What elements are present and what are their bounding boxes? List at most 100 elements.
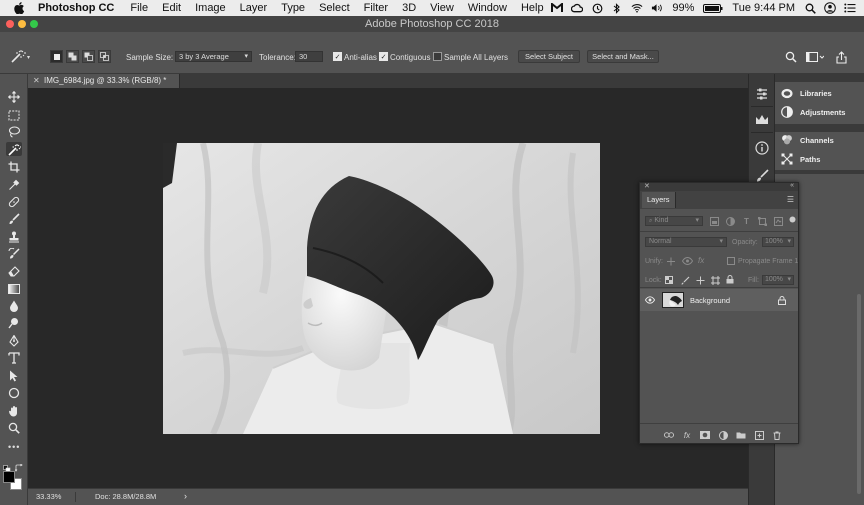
menu-type[interactable]: Type bbox=[281, 2, 305, 14]
history-brush-tool[interactable] bbox=[6, 247, 22, 261]
eraser-tool[interactable] bbox=[6, 264, 22, 278]
contiguous-checkbox[interactable]: ✓ bbox=[379, 52, 388, 61]
fill-input[interactable]: 100% ▾ bbox=[762, 275, 794, 285]
menu-select[interactable]: Select bbox=[319, 2, 350, 14]
filter-toggle-icon[interactable] bbox=[788, 215, 797, 224]
select-and-mask-button[interactable]: Select and Mask... bbox=[587, 50, 659, 63]
info-panel-button[interactable] bbox=[753, 139, 771, 157]
menu-app-name[interactable]: Photoshop CC bbox=[38, 2, 114, 14]
creative-cloud-icon[interactable] bbox=[571, 2, 584, 14]
close-icon[interactable]: ✕ bbox=[33, 74, 40, 88]
paths-panel-button[interactable]: Paths bbox=[781, 152, 820, 166]
crop-tool[interactable] bbox=[6, 160, 22, 174]
time-machine-icon[interactable] bbox=[591, 2, 603, 14]
dock-scrollbar[interactable] bbox=[857, 294, 861, 494]
menu-filter[interactable]: Filter bbox=[364, 2, 388, 14]
layers-panel-titlebar[interactable]: ✕ « bbox=[640, 182, 798, 191]
sample-all-layers-checkbox[interactable] bbox=[433, 52, 442, 61]
layer-style-icon[interactable]: fx bbox=[682, 430, 692, 440]
unify-visibility-icon[interactable] bbox=[681, 256, 694, 267]
move-tool[interactable] bbox=[6, 90, 22, 104]
subtract-from-selection-button[interactable] bbox=[82, 50, 95, 63]
propagate-frame-checkbox[interactable] bbox=[727, 257, 735, 265]
menu-edit[interactable]: Edit bbox=[162, 2, 181, 14]
gradient-tool[interactable] bbox=[6, 282, 22, 296]
malwarebytes-icon[interactable] bbox=[551, 2, 564, 14]
chevron-right-icon[interactable]: › bbox=[184, 491, 187, 501]
new-adjustment-layer-icon[interactable] bbox=[718, 430, 728, 440]
layer-row[interactable]: Background bbox=[640, 289, 798, 311]
select-subject-button[interactable]: Select Subject bbox=[518, 50, 580, 63]
add-mask-icon[interactable] bbox=[700, 430, 710, 440]
blend-mode-dropdown[interactable]: Normal ▾ bbox=[645, 237, 727, 247]
lock-transparent-icon[interactable] bbox=[665, 276, 673, 286]
add-to-selection-button[interactable] bbox=[66, 50, 79, 63]
workspace-switcher-icon[interactable] bbox=[806, 50, 824, 64]
intersect-selection-button[interactable] bbox=[98, 50, 111, 63]
close-icon[interactable]: ✕ bbox=[644, 182, 650, 190]
type-filter-icon[interactable]: T bbox=[742, 217, 751, 226]
notification-center-icon[interactable] bbox=[844, 2, 856, 14]
bluetooth-icon[interactable] bbox=[611, 2, 623, 14]
apple-icon[interactable] bbox=[12, 2, 26, 14]
collapse-panel-icon[interactable]: « bbox=[790, 182, 794, 189]
new-selection-button[interactable] bbox=[50, 50, 63, 63]
pixel-filter-icon[interactable] bbox=[710, 217, 719, 226]
sample-size-dropdown[interactable]: 3 by 3 Average ▾ bbox=[175, 51, 252, 62]
zoom-tool[interactable] bbox=[6, 421, 22, 435]
menubar-clock[interactable]: Tue 9:44 PM bbox=[732, 2, 795, 14]
menu-help[interactable]: Help bbox=[521, 2, 544, 14]
properties-panel-button[interactable] bbox=[753, 85, 771, 103]
healing-brush-tool[interactable] bbox=[6, 195, 22, 209]
eyedropper-tool[interactable] bbox=[6, 178, 22, 192]
wifi-icon[interactable] bbox=[631, 2, 643, 14]
shape-tool[interactable] bbox=[6, 386, 22, 400]
clone-stamp-tool[interactable] bbox=[6, 230, 22, 244]
pen-tool[interactable] bbox=[6, 334, 22, 348]
opacity-input[interactable]: 100% ▾ bbox=[762, 237, 794, 247]
libraries-panel-button[interactable]: Libraries bbox=[781, 86, 832, 100]
layer-filter-kind-dropdown[interactable]: ⌕ Kind ▾ bbox=[645, 216, 703, 226]
anti-alias-checkbox[interactable]: ✓ bbox=[333, 52, 342, 61]
tab-layers[interactable]: Layers bbox=[642, 192, 676, 208]
swap-colors-icon[interactable] bbox=[14, 459, 23, 477]
menu-window[interactable]: Window bbox=[468, 2, 507, 14]
tolerance-input[interactable]: 30 bbox=[295, 51, 323, 62]
link-layers-icon[interactable] bbox=[664, 430, 674, 440]
brush-tool[interactable] bbox=[6, 212, 22, 226]
magic-wand-tool[interactable] bbox=[6, 142, 22, 156]
foreground-color-swatch[interactable] bbox=[3, 471, 15, 483]
unify-style-icon[interactable]: fx bbox=[698, 256, 704, 265]
menu-view[interactable]: View bbox=[430, 2, 454, 14]
blur-tool[interactable] bbox=[6, 299, 22, 313]
search-icon[interactable] bbox=[784, 50, 798, 64]
search-icon[interactable] bbox=[804, 2, 816, 14]
adjustment-filter-icon[interactable] bbox=[726, 217, 735, 226]
marquee-tool[interactable] bbox=[6, 108, 22, 122]
volume-icon[interactable] bbox=[651, 2, 663, 14]
menu-image[interactable]: Image bbox=[195, 2, 226, 14]
zoom-level-field[interactable]: 33.33% bbox=[36, 492, 76, 502]
path-selection-tool[interactable] bbox=[6, 369, 22, 383]
more-tools-icon[interactable]: ••• bbox=[8, 442, 20, 452]
battery-icon[interactable] bbox=[703, 2, 723, 14]
channels-panel-button[interactable]: Channels bbox=[781, 133, 834, 147]
new-group-icon[interactable] bbox=[736, 430, 746, 440]
menu-layer[interactable]: Layer bbox=[240, 2, 268, 14]
user-icon[interactable] bbox=[824, 2, 836, 14]
new-layer-icon[interactable] bbox=[754, 430, 764, 440]
dodge-tool[interactable] bbox=[6, 316, 22, 330]
smart-object-filter-icon[interactable] bbox=[774, 217, 783, 226]
menu-3d[interactable]: 3D bbox=[402, 2, 416, 14]
document-tab[interactable]: ✕ IMG_6984.jpg @ 33.3% (RGB/8) * bbox=[28, 74, 180, 88]
unify-position-icon[interactable] bbox=[666, 257, 676, 268]
glyphs-panel-button[interactable] bbox=[753, 111, 771, 129]
lock-all-icon[interactable] bbox=[726, 275, 734, 286]
shape-filter-icon[interactable] bbox=[758, 217, 767, 226]
tool-preset-picker[interactable]: ▾ bbox=[10, 50, 36, 64]
lasso-tool[interactable] bbox=[6, 125, 22, 139]
lock-image-icon[interactable] bbox=[681, 276, 690, 287]
panel-menu-icon[interactable]: ☰ bbox=[787, 195, 794, 204]
document-image[interactable] bbox=[163, 143, 600, 434]
delete-layer-icon[interactable] bbox=[772, 430, 782, 440]
